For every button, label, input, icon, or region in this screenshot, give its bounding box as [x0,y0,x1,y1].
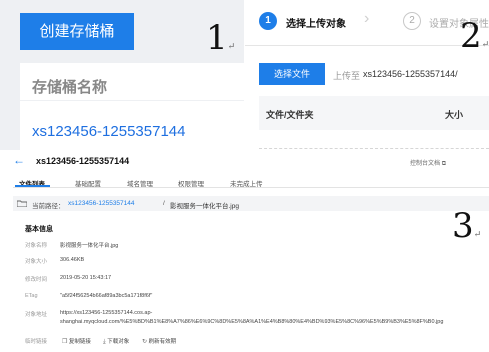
divider [245,45,489,46]
path-separator: / [163,200,165,207]
path-file-name: 影视服务一体化平台.jpg [170,203,239,210]
step1-label: 选择上传对象 [286,19,346,30]
copy-link-button[interactable]: ❐ 复制链接 [62,337,91,345]
step-marker-3: 3↵ [452,206,482,246]
panel-upload-object: 1 选择上传对象 › 2 设置对象属性 选择文件 上传至 xs123456-12… [245,0,489,150]
bucket-name-link[interactable]: xs123456-1255357144 [32,123,185,140]
step-marker-2: 2↵ [460,16,489,56]
detail-value-address-line1[interactable]: https://xs123456-1255357144.cos.ap- [60,310,152,316]
path-bucket-link[interactable]: xs123456-1255357144 [68,200,135,207]
detail-value-size: 306.46KB [60,257,85,263]
section-basic-info: 基本信息 [25,226,53,233]
copy-icon: ❐ [62,339,68,345]
external-link-icon: ⧉ [441,161,446,167]
detail-key-temp-link: 临时链接 [25,339,48,345]
detail-key-address: 对象地址 [25,312,48,318]
chevron-right-icon: › [364,10,370,27]
refresh-validity-button[interactable]: ↻ 刷新有效期 [142,337,176,345]
detail-value-name: 影视服务一体化平台.jpg [60,243,119,249]
table-bottom-border [259,148,489,149]
choose-file-button[interactable]: 选择文件 [259,63,325,85]
arrow-left-icon[interactable]: ← [13,153,25,167]
detail-key-size: 对象大小 [25,259,48,265]
step1-number: 1 [259,12,277,30]
detail-key-name: 对象名称 [25,243,48,249]
return-mark-icon: ↵ [481,40,489,50]
bucket-name-label: 存储桶名称 [32,79,108,96]
folder-icon [17,200,27,207]
step-marker-1: 1↵ [206,18,236,58]
return-mark-icon: ↵ [473,230,482,240]
create-bucket-button[interactable]: 创建存储桶 [20,13,134,50]
download-object-button[interactable]: ⤓ 下载对象 [103,337,129,346]
detail-key-modified: 修改时间 [25,277,48,283]
refresh-icon: ↻ [142,339,148,345]
upload-to-path: xs123456-1255357144/ [363,69,458,79]
detail-key-etag: ETag [25,293,38,299]
detail-value-address-line2[interactable]: shanghai.myqcloud.com/%E5%BD%B1%E8%A7%86… [60,319,443,325]
detail-value-etag: "a5f24f56254b66af89a3bc5a171f8f6f" [60,293,153,299]
path-label: 当前路径： [32,203,65,210]
detail-value-modified: 2019-05-20 15:43:17 [60,275,112,281]
panel-object-details: ← xs123456-1255357144 控制台文档 ⧉ 文件列表 基础配置 … [0,150,489,352]
column-size: 大小 [445,110,464,120]
download-icon: ⤓ [103,339,106,345]
column-file-folder: 文件/文件夹 [266,110,314,120]
bucket-title: xs123456-1255357144 [36,156,130,166]
upload-to-label: 上传至 [333,71,361,81]
step2-number: 2 [403,12,421,30]
return-mark-icon: ↵ [227,42,236,52]
tab-divider [13,187,489,188]
console-doc-link[interactable]: 控制台文档 ⧉ [410,158,446,168]
